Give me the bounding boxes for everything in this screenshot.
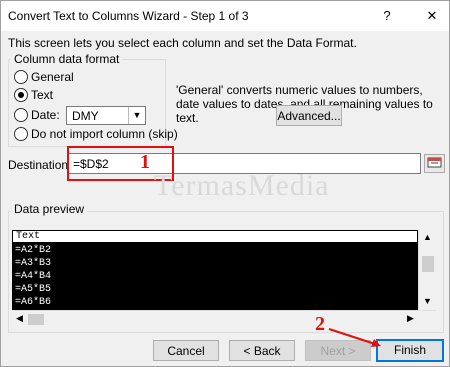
wizard-dialog: Convert Text to Columns Wizard - Step 1 …: [0, 0, 450, 367]
chevron-down-icon: ▼: [128, 107, 145, 124]
destination-label: Destination:: [8, 158, 72, 172]
radio-text-label: Text: [31, 88, 54, 102]
preview-row: =A5*B5: [15, 284, 52, 295]
preview-row: =A3*B3: [15, 258, 52, 269]
preview-row: =A6*B6: [15, 297, 52, 308]
date-format-select[interactable]: DMY ▼: [66, 106, 146, 125]
radio-skip[interactable]: [14, 127, 28, 141]
preview-label: Data preview: [11, 202, 88, 216]
vertical-scroll-thumb[interactable]: [422, 256, 434, 272]
radio-skip-label: Do not import column (skip): [31, 127, 178, 141]
scroll-up-icon[interactable]: ▲: [423, 232, 432, 242]
scroll-down-icon[interactable]: ▼: [423, 296, 432, 306]
preview-row: =A2*B2: [15, 245, 52, 256]
intro-text: This screen lets you select each column …: [8, 36, 357, 50]
cancel-button[interactable]: Cancel: [153, 340, 219, 361]
column-format-label: Column data format: [11, 52, 123, 66]
annotation-two: 2: [315, 313, 325, 335]
watermark: TermasMedia: [154, 169, 330, 202]
horizontal-scroll-thumb[interactable]: [28, 314, 44, 325]
help-button[interactable]: ?: [376, 5, 398, 27]
scroll-left-icon[interactable]: ◀: [16, 313, 23, 324]
preview-horizontal-scrollbar[interactable]: ◀ ▶: [12, 310, 436, 328]
annotation-arrow: [328, 328, 381, 347]
preview-vertical-scrollbar[interactable]: ▲ ▼: [418, 230, 437, 310]
radio-date[interactable]: [14, 108, 28, 122]
preview-grid[interactable]: Text =A2*B2 =A3*B3 =A4*B4 =A5*B5 =A6*B6: [12, 230, 418, 310]
annotation-one: 1: [140, 151, 150, 173]
title-bar: Convert Text to Columns Wizard - Step 1 …: [1, 1, 449, 31]
radio-text[interactable]: [14, 88, 28, 102]
radio-general[interactable]: [14, 70, 28, 84]
advanced-button[interactable]: Advanced...: [276, 105, 342, 126]
preview-row: =A4*B4: [15, 271, 52, 282]
preview-header: Text: [12, 230, 418, 243]
radio-general-label: General: [31, 70, 74, 84]
back-button[interactable]: < Back: [229, 340, 295, 361]
finish-button[interactable]: Finish: [376, 339, 444, 362]
scroll-right-icon[interactable]: ▶: [407, 313, 414, 324]
preview-header-label: Text: [16, 231, 41, 242]
date-format-value: DMY: [72, 109, 99, 123]
collapse-dialog-icon[interactable]: [424, 154, 445, 173]
close-icon[interactable]: ✕: [421, 5, 443, 27]
window-title: Convert Text to Columns Wizard - Step 1 …: [8, 9, 249, 23]
radio-date-label: Date:: [31, 108, 60, 122]
